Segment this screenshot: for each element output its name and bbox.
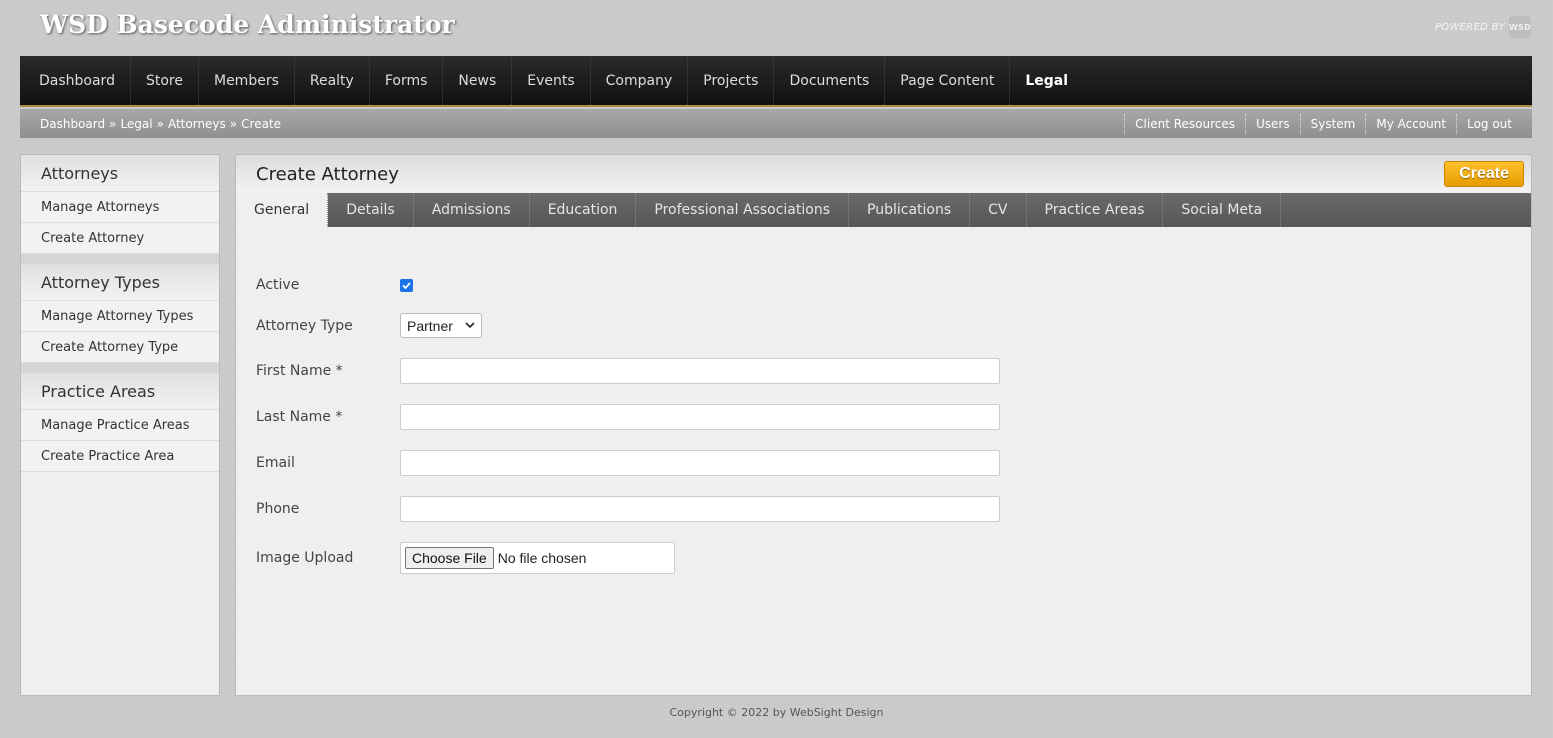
active-checkbox[interactable] (400, 278, 413, 292)
sidebar-group-practice-areas: Practice Areas Manage Practice Areas Cre… (21, 363, 219, 472)
sidebar-heading: Attorney Types (21, 254, 219, 301)
phone-input[interactable] (400, 496, 1000, 522)
content-header: Create Attorney Create (236, 155, 1531, 193)
row-email: Email (256, 450, 1511, 476)
nav-page-content[interactable]: Page Content (885, 56, 1011, 105)
sidebar-item-manage-practice-areas[interactable]: Manage Practice Areas (21, 410, 219, 441)
row-active: Active (256, 277, 1511, 293)
sidebar-item-manage-attorneys[interactable]: Manage Attorneys (21, 192, 219, 223)
attorney-type-value: Partner (407, 317, 453, 334)
sidebar-item-create-practice-area[interactable]: Create Practice Area (21, 441, 219, 472)
breadcrumb-separator: » (109, 116, 117, 131)
first-name-input[interactable] (400, 358, 1000, 384)
row-phone: Phone (256, 496, 1511, 522)
last-name-input[interactable] (400, 404, 1000, 430)
tab-admissions[interactable]: Admissions (414, 193, 530, 227)
nav-members[interactable]: Members (199, 56, 295, 105)
tab-cv[interactable]: CV (970, 193, 1027, 227)
tab-publications[interactable]: Publications (849, 193, 971, 227)
content-panel: Create Attorney Create General Details A… (235, 154, 1532, 696)
link-client-resources[interactable]: Client Resources (1124, 113, 1245, 134)
page-title: Create Attorney (256, 163, 399, 185)
email-label: Email (256, 455, 295, 471)
breadcrumb-separator: » (229, 116, 238, 131)
first-name-label: First Name * (256, 363, 343, 379)
footer-copyright: Copyright © 2022 by WebSight Design (669, 706, 884, 719)
wsd-logo-icon: WSD (1509, 16, 1531, 38)
tab-general[interactable]: General (236, 193, 329, 227)
row-image-upload: Image Upload Choose File No file chosen (256, 542, 1511, 574)
sidebar-group-attorney-types: Attorney Types Manage Attorney Types Cre… (21, 254, 219, 363)
nav-projects[interactable]: Projects (688, 56, 775, 105)
attorney-type-select[interactable]: Partner (400, 313, 482, 338)
email-input[interactable] (400, 450, 1000, 476)
tab-professional-associations[interactable]: Professional Associations (636, 193, 850, 227)
sidebar-heading: Attorneys (21, 155, 219, 192)
image-upload-label: Image Upload (256, 550, 354, 566)
tab-bar: General Details Admissions Education Pro… (236, 193, 1531, 227)
sidebar-item-manage-attorney-types[interactable]: Manage Attorney Types (21, 301, 219, 332)
link-my-account[interactable]: My Account (1365, 113, 1456, 134)
nav-news[interactable]: News (443, 56, 513, 105)
nav-realty[interactable]: Realty (295, 56, 370, 105)
breadcrumb-create: Create (241, 116, 282, 131)
link-log-out[interactable]: Log out (1456, 113, 1522, 134)
row-attorney-type: Attorney Type Partner (256, 313, 1511, 338)
main-nav: Dashboard Store Members Realty Forms New… (20, 56, 1532, 107)
link-system[interactable]: System (1299, 113, 1366, 134)
powered-by: POWERED BY WSD (1435, 16, 1531, 38)
phone-label: Phone (256, 501, 300, 517)
sub-bar: Dashboard » Legal » Attorneys » Create C… (20, 109, 1532, 138)
image-upload-field: Choose File No file chosen (400, 542, 675, 574)
powered-by-text: POWERED BY (1434, 21, 1505, 33)
row-last-name: Last Name * (256, 404, 1511, 430)
sidebar: Attorneys Manage Attorneys Create Attorn… (20, 154, 220, 696)
choose-file-button[interactable]: Choose File (405, 547, 494, 569)
tab-education[interactable]: Education (530, 193, 637, 227)
attorney-type-label: Attorney Type (256, 317, 353, 334)
file-status: No file chosen (497, 550, 587, 566)
tab-social-meta[interactable]: Social Meta (1163, 193, 1282, 227)
nav-documents[interactable]: Documents (774, 56, 886, 105)
create-button[interactable]: Create (1444, 161, 1524, 187)
tab-practice-areas[interactable]: Practice Areas (1027, 193, 1164, 227)
link-users[interactable]: Users (1245, 113, 1300, 134)
sidebar-heading: Practice Areas (21, 363, 219, 410)
sidebar-item-create-attorney[interactable]: Create Attorney (21, 223, 219, 254)
nav-legal[interactable]: Legal (1010, 56, 1083, 105)
nav-dashboard[interactable]: Dashboard (24, 56, 131, 105)
breadcrumb-dashboard[interactable]: Dashboard (40, 117, 105, 131)
app-title: WSD Basecode Administrator (40, 10, 455, 39)
utility-links: Client Resources Users System My Account… (1124, 109, 1522, 138)
nav-forms[interactable]: Forms (370, 56, 444, 105)
attorney-form: Active Attorney Type Partner First Name … (236, 227, 1531, 574)
active-label: Active (256, 277, 300, 293)
nav-company[interactable]: Company (591, 56, 689, 105)
breadcrumb: Dashboard » Legal » Attorneys » Create (40, 117, 281, 131)
breadcrumb-legal[interactable]: Legal (120, 117, 152, 131)
nav-events[interactable]: Events (512, 56, 591, 105)
checkmark-icon (402, 281, 411, 289)
breadcrumb-attorneys[interactable]: Attorneys (168, 117, 226, 131)
sidebar-group-attorneys: Attorneys Manage Attorneys Create Attorn… (21, 155, 219, 254)
sidebar-item-create-attorney-type[interactable]: Create Attorney Type (21, 332, 219, 363)
last-name-label: Last Name * (256, 409, 343, 425)
nav-store[interactable]: Store (131, 56, 199, 105)
breadcrumb-separator: » (156, 116, 164, 131)
tab-details[interactable]: Details (328, 193, 414, 227)
chevron-down-icon (465, 322, 475, 329)
row-first-name: First Name * (256, 358, 1511, 384)
